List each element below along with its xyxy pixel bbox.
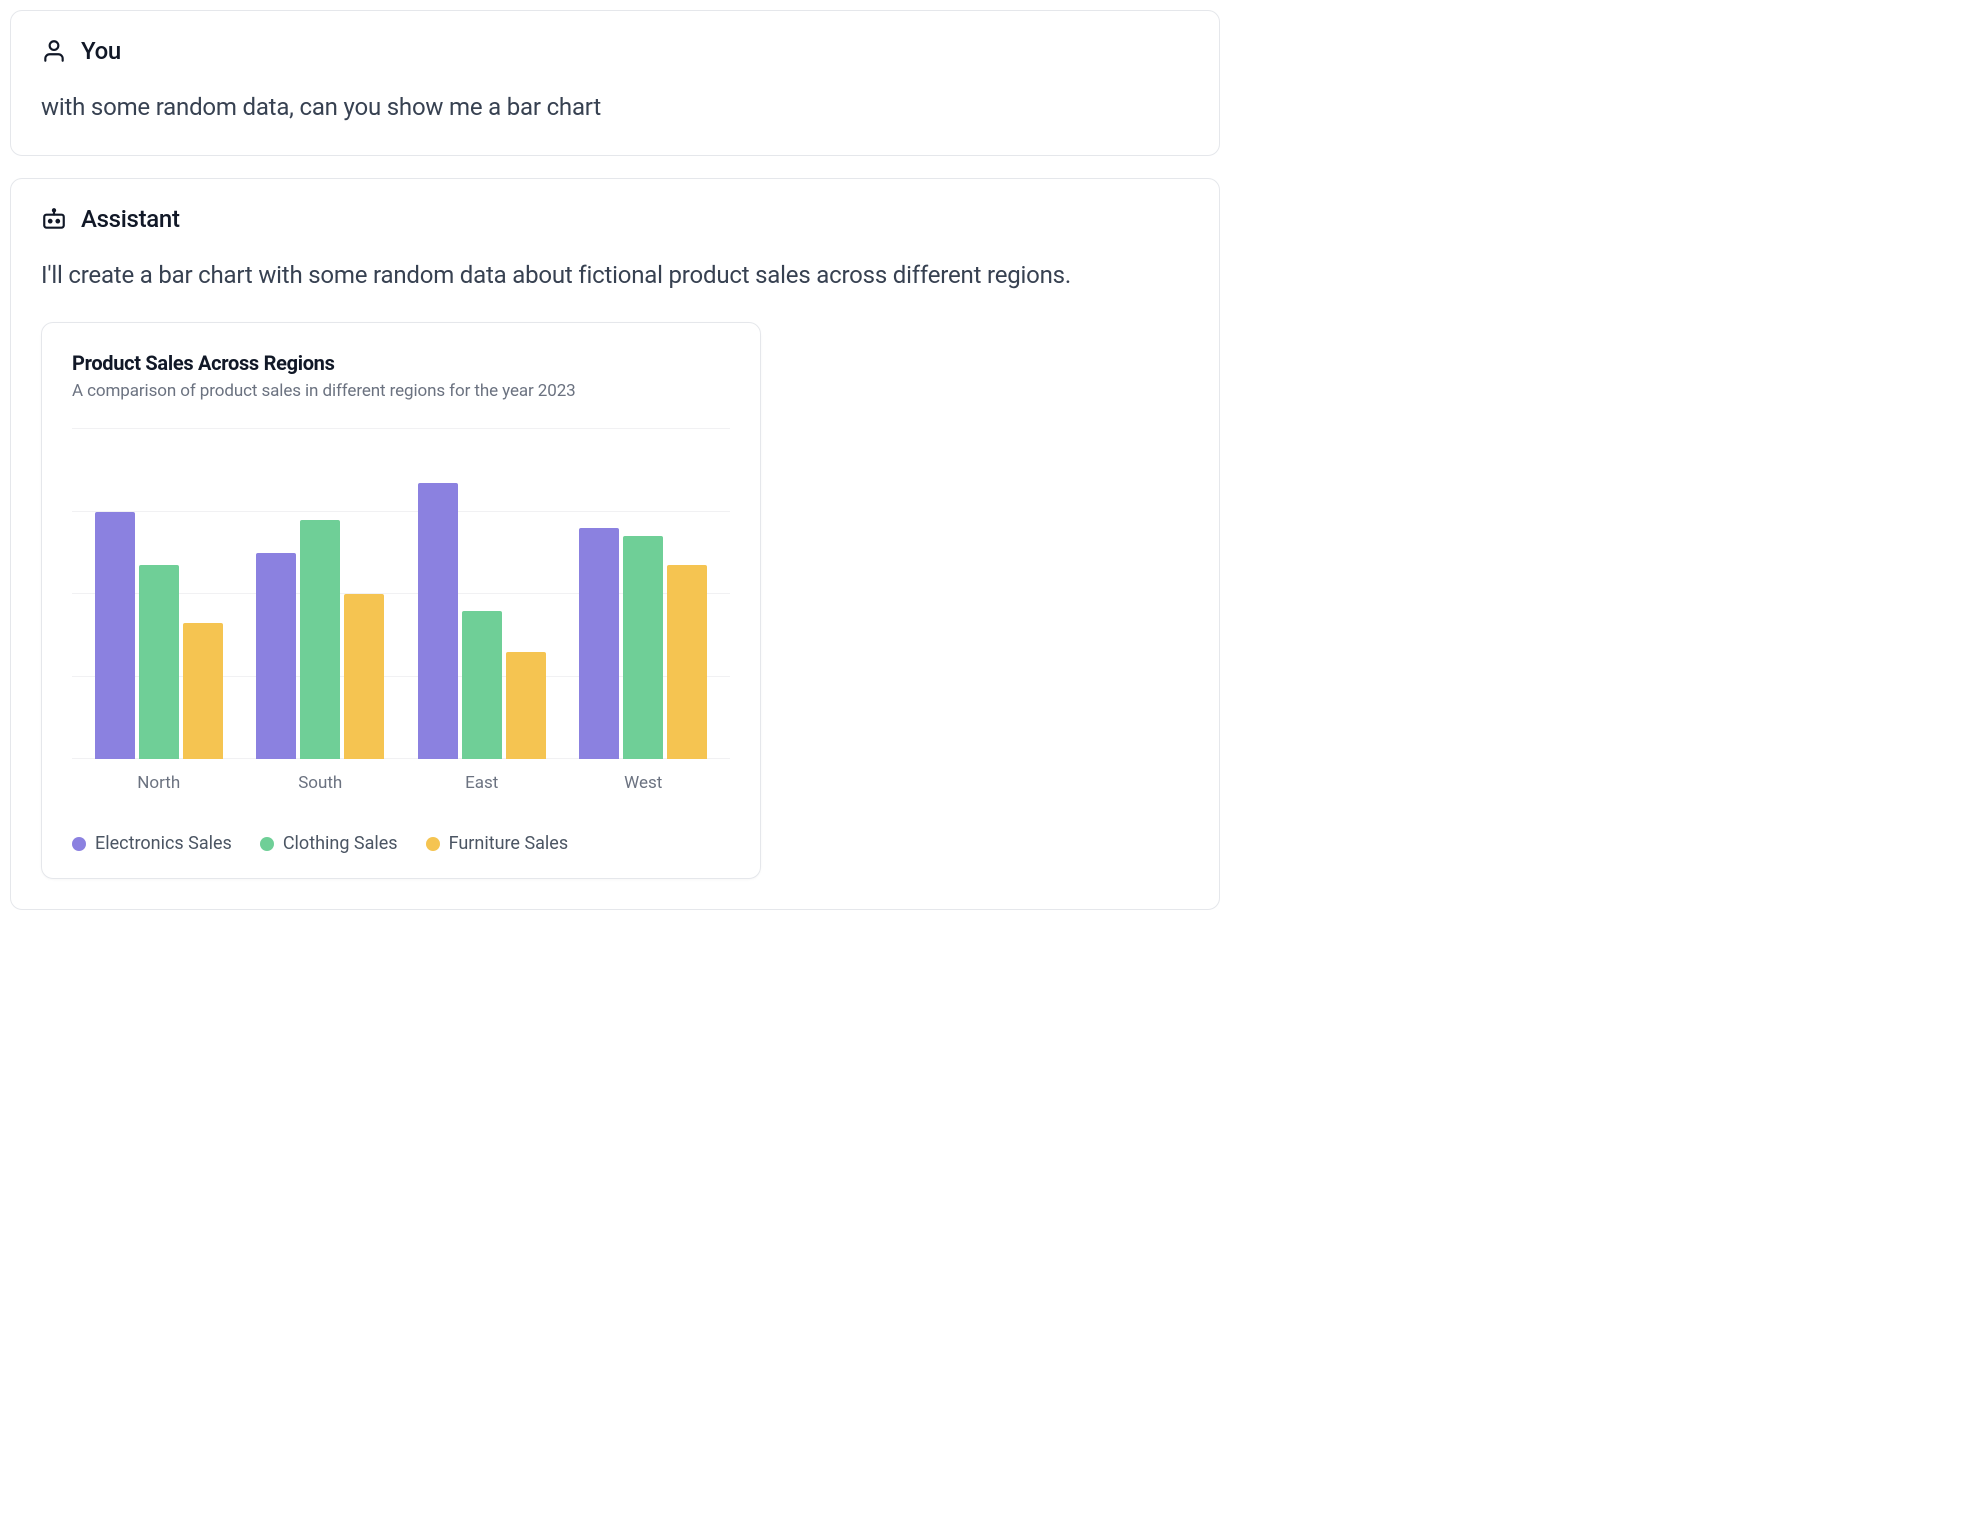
user-message-text: with some random data, can you show me a…: [41, 91, 1189, 125]
chart-legend-swatch: [426, 837, 440, 851]
chart-card: Product Sales Across Regions A compariso…: [41, 322, 761, 879]
chart-bar: [418, 483, 458, 759]
chart-legend-swatch: [260, 837, 274, 851]
user-sender-label: You: [81, 37, 121, 65]
chart-bar: [95, 512, 135, 760]
chart-legend-label: Electronics Sales: [95, 833, 232, 854]
chart-bar: [256, 553, 296, 759]
chart-bar-group: [579, 429, 707, 759]
chart-bar: [579, 528, 619, 759]
chart-legend-item: Furniture Sales: [426, 833, 569, 854]
chart-bar: [462, 611, 502, 760]
chart-bar-group: [95, 429, 223, 759]
chart-x-tick: South: [240, 773, 402, 793]
chart-bar: [623, 536, 663, 759]
chart-bar: [300, 520, 340, 759]
chart-title: Product Sales Across Regions: [72, 351, 730, 375]
bot-icon: [41, 206, 67, 232]
chart-legend-label: Furniture Sales: [449, 833, 569, 854]
chart-bar-group: [256, 429, 384, 759]
chart-plot-area: [72, 429, 730, 759]
chart-bar-group: [418, 429, 546, 759]
chart-x-tick: North: [78, 773, 240, 793]
chart-subtitle: A comparison of product sales in differe…: [72, 381, 730, 401]
assistant-sender-label: Assistant: [81, 205, 180, 233]
chart-x-tick: East: [401, 773, 563, 793]
chart-legend-label: Clothing Sales: [283, 833, 398, 854]
assistant-header: Assistant: [41, 205, 1189, 233]
assistant-message: Assistant I'll create a bar chart with s…: [10, 178, 1220, 911]
chart-bar: [506, 652, 546, 759]
assistant-message-text: I'll create a bar chart with some random…: [41, 259, 1189, 293]
chart-bar: [344, 594, 384, 759]
user-header: You: [41, 37, 1189, 65]
user-message: You with some random data, can you show …: [10, 10, 1220, 156]
user-icon: [41, 38, 67, 64]
chart-bar: [183, 623, 223, 759]
chart-legend-swatch: [72, 837, 86, 851]
chart-legend-item: Electronics Sales: [72, 833, 232, 854]
chart-bar: [139, 565, 179, 759]
chart-legend-item: Clothing Sales: [260, 833, 398, 854]
chart-legend: Electronics Sales Clothing Sales Furniture…: [72, 833, 730, 854]
chart-bars-layer: [72, 429, 730, 759]
chart-x-tick: West: [563, 773, 725, 793]
chart-bar: [667, 565, 707, 759]
chart-x-axis: NorthSouthEastWest: [72, 773, 730, 793]
